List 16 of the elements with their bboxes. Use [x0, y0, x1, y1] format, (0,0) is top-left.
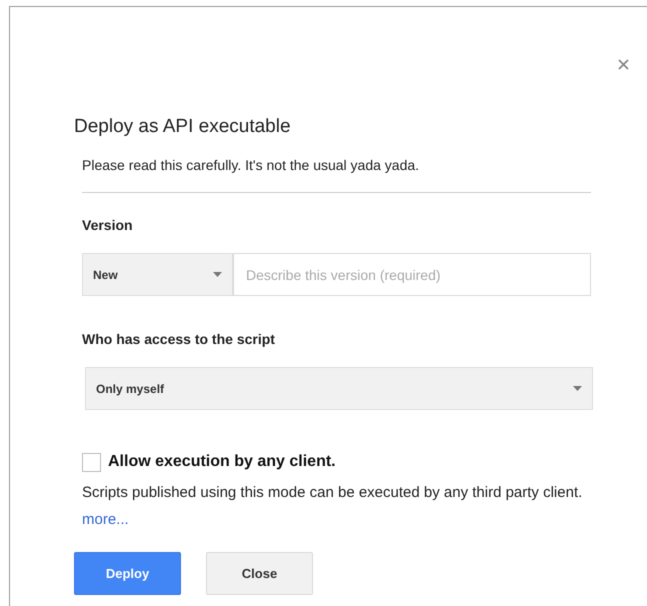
deploy-button[interactable]: Deploy [74, 552, 181, 595]
more-link[interactable]: more... [82, 511, 129, 528]
close-icon[interactable] [618, 59, 629, 70]
version-select[interactable]: New [82, 253, 233, 296]
allow-checkbox[interactable] [82, 452, 101, 472]
access-select[interactable]: Only myself [85, 367, 593, 410]
access-label: Who has access to the script [82, 330, 276, 349]
intro-text: Please read this carefully. It's not the usual yada yada. [82, 156, 420, 174]
allow-label: Allow execution by any client. [108, 452, 336, 472]
dialog-title: Deploy as API executable [74, 115, 292, 139]
allow-description: Scripts published using this mode can be executed by any third party client. more... [82, 483, 584, 530]
caret-icon [213, 272, 222, 277]
version-label: Version [82, 216, 134, 235]
version-description-field[interactable]: Describe this version (required) [233, 253, 591, 296]
close-button[interactable]: Close [206, 552, 313, 595]
caret-icon [573, 386, 582, 391]
